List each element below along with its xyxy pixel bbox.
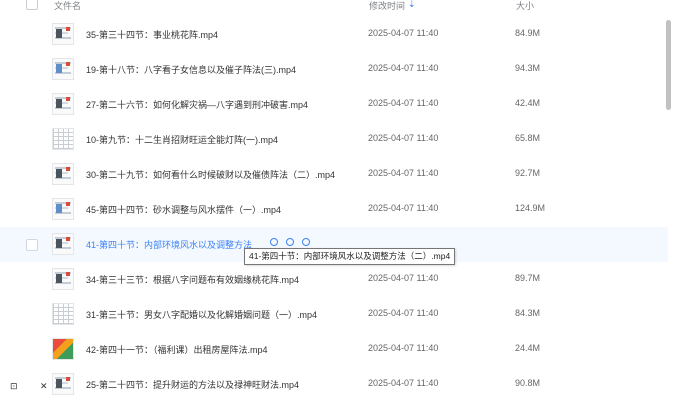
vertical-scrollbar[interactable]: [666, 20, 671, 110]
file-name[interactable]: 27-第二十六节：如何化解灾祸—八字遇到刑冲破害.mp4: [86, 98, 308, 111]
video-thumbnail-icon: [52, 303, 74, 325]
close-icon[interactable]: ✕: [40, 381, 48, 392]
video-thumbnail-icon: [52, 338, 74, 360]
more-icon[interactable]: [302, 238, 310, 246]
file-list: 35-第三十四节：事业桃花阵.mp4 2025-04-07 11:40 84.9M 1…: [0, 17, 668, 402]
file-name[interactable]: 19-第十八节：八字看子女信息以及催子阵法(三).mp4: [86, 63, 296, 76]
video-thumbnail-icon: [52, 268, 74, 290]
bottom-toolbar: ⊡ ✕: [0, 381, 60, 393]
file-size: 90.8M: [515, 378, 541, 388]
file-row[interactable]: 30-第二十九节：如何看什么时候破财以及催债阵法（二）.mp4 2025-04-0…: [0, 157, 668, 192]
file-row[interactable]: 34-第三十三节：根据八字问题布有效姻缘桃花阵.mp4 2025-04-07 11…: [0, 262, 668, 297]
file-modified-time: 2025-04-07 11:40: [368, 63, 439, 73]
file-modified-time: 2025-04-07 11:40: [368, 98, 439, 108]
video-thumbnail-icon: [52, 128, 74, 150]
column-header-size[interactable]: 大小: [516, 0, 534, 12]
file-list-header: 文件名 修改时间 ⇣ 大小: [0, 0, 700, 14]
column-header-name[interactable]: 文件名: [54, 0, 81, 12]
video-thumbnail-icon: [52, 233, 74, 255]
file-row[interactable]: 25-第二十四节：提升财运的方法以及禄神旺财法.mp4 2025-04-07 11…: [0, 367, 668, 402]
video-thumbnail-icon: [52, 163, 74, 185]
sort-down-icon[interactable]: ⇣: [408, 0, 416, 10]
video-thumbnail-icon: [52, 93, 74, 115]
file-name[interactable]: 30-第二十九节：如何看什么时候破财以及催债阵法（二）.mp4: [86, 168, 335, 181]
file-modified-time: 2025-04-07 11:40: [368, 28, 439, 38]
file-modified-time: 2025-04-07 11:40: [368, 203, 439, 213]
file-modified-time: 2025-04-07 11:40: [368, 343, 439, 353]
share-icon[interactable]: [270, 238, 278, 246]
file-name[interactable]: 42-第四十一节：（福利课）出租房屋阵法.mp4: [86, 343, 268, 356]
file-size: 65.8M: [515, 133, 541, 143]
file-modified-time: 2025-04-07 11:40: [368, 168, 439, 178]
file-modified-time: 2025-04-07 11:40: [368, 308, 439, 318]
file-size: 24.4M: [515, 343, 541, 353]
file-size: 92.7M: [515, 168, 541, 178]
file-name[interactable]: 41-第四十节：内部环境风水以及调整方法: [86, 238, 252, 251]
column-header-modified-time[interactable]: 修改时间: [369, 0, 405, 12]
file-name[interactable]: 45-第四十四节：砂水调整与风水摆件（一）.mp4: [86, 203, 281, 216]
video-thumbnail-icon: [52, 23, 74, 45]
file-size: 89.7M: [515, 273, 541, 283]
row-actions: [270, 238, 310, 246]
file-row[interactable]: 31-第三十节：男女八字配婚以及化解婚姻问题（一）.mp4 2025-04-07 …: [0, 297, 668, 332]
file-row[interactable]: 10-第九节：十二生肖招财旺运全能灯阵(一).mp4 2025-04-07 11:…: [0, 122, 668, 157]
file-modified-time: 2025-04-07 11:40: [368, 133, 439, 143]
file-size: 124.9M: [515, 203, 546, 213]
file-size: 84.3M: [515, 308, 541, 318]
file-name[interactable]: 25-第二十四节：提升财运的方法以及禄神旺财法.mp4: [86, 378, 299, 391]
file-row[interactable]: 27-第二十六节：如何化解灾祸—八字遇到刑冲破害.mp4 2025-04-07 1…: [0, 87, 668, 122]
file-row[interactable]: 42-第四十一节：（福利课）出租房屋阵法.mp4 2025-04-07 11:40…: [0, 332, 668, 367]
file-size: 94.3M: [515, 63, 541, 73]
video-thumbnail-icon: [52, 198, 74, 220]
file-row[interactable]: 35-第三十四节：事业桃花阵.mp4 2025-04-07 11:40 84.9M: [0, 17, 668, 52]
file-name[interactable]: 34-第三十三节：根据八字问题布有效姻缘桃花阵.mp4: [86, 273, 299, 286]
file-name[interactable]: 31-第三十节：男女八字配婚以及化解婚姻问题（一）.mp4: [86, 308, 317, 321]
download-icon[interactable]: [286, 238, 294, 246]
file-row[interactable]: 45-第四十四节：砂水调整与风水摆件（一）.mp4 2025-04-07 11:4…: [0, 192, 668, 227]
select-all-checkbox[interactable]: [26, 0, 38, 10]
file-modified-time: 2025-04-07 11:40: [368, 378, 439, 388]
file-size: 42.4M: [515, 98, 541, 108]
row-checkbox[interactable]: [26, 239, 38, 251]
screen-icon[interactable]: ⊡: [10, 381, 18, 392]
filename-tooltip: 41-第四十节：内部环境风水以及调整方法（二）.mp4: [244, 248, 456, 265]
file-row[interactable]: 19-第十八节：八字看子女信息以及催子阵法(三).mp4 2025-04-07 1…: [0, 52, 668, 87]
file-name[interactable]: 35-第三十四节：事业桃花阵.mp4: [86, 28, 218, 41]
file-modified-time: 2025-04-07 11:40: [368, 273, 439, 283]
video-thumbnail-icon: [52, 58, 74, 80]
file-size: 84.9M: [515, 28, 541, 38]
file-name[interactable]: 10-第九节：十二生肖招财旺运全能灯阵(一).mp4: [86, 133, 278, 146]
